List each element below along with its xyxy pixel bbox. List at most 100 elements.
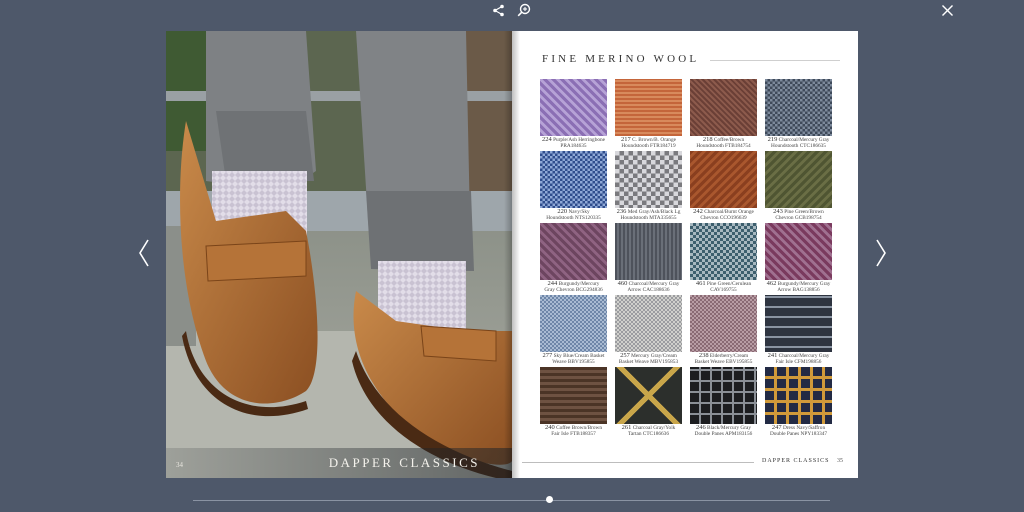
page-slider-handle[interactable] xyxy=(546,496,554,503)
swatch-243: 243 Pine Green/Brown Chevron GCB198754 xyxy=(765,151,832,221)
left-page-number: 34 xyxy=(176,461,183,469)
swatch-caption: 244 Burgundy/Mercury Gray Chevron BCG2948… xyxy=(540,281,607,293)
swatch-code: Houndstooth NTS120335 xyxy=(546,215,601,221)
title-divider xyxy=(710,60,840,61)
swatch-code: Basket Weave MBV195853 xyxy=(618,359,679,365)
fabric-swatch xyxy=(765,223,832,280)
fabric-swatch xyxy=(765,79,832,136)
swatch-code: Chevron GCB198754 xyxy=(775,215,822,221)
swatch-code: Chevron CCO196639 xyxy=(700,215,747,221)
swatch-caption: 277 Sky Blue/Cream Basket Weave BBV195855 xyxy=(540,353,607,365)
swatch-217: 217 C. Brown/B. Orange Houndstooth FTR184… xyxy=(615,79,682,149)
fabric-swatch xyxy=(765,367,832,424)
swatch-236: 236 Med Gray/Ash/Black Lg Houndstooth MTA… xyxy=(615,151,682,221)
fabric-swatch xyxy=(540,79,607,136)
swatch-caption: 241 Charcoal/Mercury Gray Fair Isle CFM19… xyxy=(765,353,832,365)
fabric-swatch xyxy=(765,295,832,352)
page-title: FINE MERINO WOOL xyxy=(542,53,700,65)
swatch-code: Houndstooth MTA335655 xyxy=(620,215,677,221)
swatch-number: 224 xyxy=(541,137,552,143)
share-icon[interactable] xyxy=(492,4,505,17)
swatch-code: Double Panes NPY183347 xyxy=(769,431,828,437)
footer-divider xyxy=(522,462,754,463)
swatch-242: 242 Charcoal/Burnt Orange Chevron CCO1966… xyxy=(690,151,757,221)
swatch-241: 241 Charcoal/Mercury Gray Fair Isle CFM19… xyxy=(765,295,832,365)
swatch-caption: 462 Burgundy/Mercury Gray Arrow BAG138856 xyxy=(765,281,832,293)
swatch-number: 462 xyxy=(766,281,777,287)
left-page-footer: 34 DAPPER CLASSICS xyxy=(166,448,512,478)
swatch-number: 460 xyxy=(617,281,628,287)
swatch-460: 460 Charcoal/Mercury Gray Arrow CAC188636 xyxy=(615,223,682,293)
fabric-swatch xyxy=(690,295,757,352)
fabric-swatch xyxy=(690,223,757,280)
swatch-code: Houndstooth FTB184754 xyxy=(696,143,751,149)
right-page-brand: DAPPER CLASSICS xyxy=(762,458,830,464)
swatch-code: Tartan CTC186636 xyxy=(628,431,669,437)
swatch-224: 224 Purple/Ash Herringbone PRA184635 xyxy=(540,79,607,149)
swatch-caption: 218 Coffee/Brown Houndstooth FTB184754 xyxy=(690,137,757,149)
zoom-in-icon[interactable] xyxy=(517,3,531,17)
swatch-244: 244 Burgundy/Mercury Gray Chevron BCG2948… xyxy=(540,223,607,293)
swatch-code: Weave BBV195855 xyxy=(552,359,595,365)
right-page[interactable]: FINE MERINO WOOL 224 Purple/Ash Herringb… xyxy=(512,31,858,478)
swatch-caption: 220 Navy/Sky Houndstooth NTS120335 xyxy=(540,209,607,221)
loafers-photo xyxy=(166,31,512,478)
fabric-swatch xyxy=(615,295,682,352)
left-page-brand: DAPPER CLASSICS xyxy=(328,455,480,470)
fabric-swatch xyxy=(540,295,607,352)
swatch-code: Fair Isle CFM198856 xyxy=(775,359,822,365)
fabric-swatch xyxy=(690,367,757,424)
swatch-277: 277 Sky Blue/Cream Basket Weave BBV195855 xyxy=(540,295,607,365)
swatch-number: 277 xyxy=(542,353,553,359)
top-toolbar xyxy=(0,0,1024,24)
fabric-swatch xyxy=(765,151,832,208)
swatch-218: 218 Coffee/Brown Houndstooth FTB184754 xyxy=(690,79,757,149)
swatch-code: Basket Weave EBV195855 xyxy=(694,359,753,365)
fabric-swatch xyxy=(615,223,682,280)
swatch-caption: 460 Charcoal/Mercury Gray Arrow CAC188636 xyxy=(615,281,682,293)
right-page-number: 35 xyxy=(837,458,843,464)
swatch-238: 238 Elderberry/Cream Basket Weave EBV1958… xyxy=(690,295,757,365)
swatch-caption: 238 Elderberry/Cream Basket Weave EBV1958… xyxy=(690,353,757,365)
swatch-caption: 224 Purple/Ash Herringbone PRA184635 xyxy=(540,137,607,149)
swatch-caption: 242 Charcoal/Burnt Orange Chevron CCO1966… xyxy=(690,209,757,221)
swatch-257: 257 Mercury Gray/Cream Basket Weave MBV19… xyxy=(615,295,682,365)
chevron-left-icon[interactable] xyxy=(137,238,151,268)
swatch-number: 461 xyxy=(695,281,706,287)
fabric-swatch xyxy=(540,367,607,424)
page-slider-track[interactable] xyxy=(193,500,830,501)
fabric-swatch xyxy=(540,151,607,208)
swatch-caption: 261 Charcoal Gray/Yolk Tartan CTC186636 xyxy=(615,425,682,437)
swatch-caption: 240 Coffee Brown/Brown Fair Isle FTB18835… xyxy=(540,425,607,437)
fabric-swatch xyxy=(615,79,682,136)
fabric-swatch xyxy=(690,79,757,136)
swatch-code: Houndstooth CTC186635 xyxy=(771,143,826,149)
swatch-220: 220 Navy/Sky Houndstooth NTS120335 xyxy=(540,151,607,221)
fabric-swatch xyxy=(615,151,682,208)
swatch-caption: 247 Dress Navy/Saffron Double Panes NPY18… xyxy=(765,425,832,437)
swatch-caption: 217 C. Brown/B. Orange Houndstooth FTR184… xyxy=(615,137,682,149)
close-icon[interactable] xyxy=(941,4,954,17)
swatch-caption: 246 Black/Mercury Gray Double Panes APM18… xyxy=(690,425,757,437)
swatch-461: 461 Pine Green/Cerulean CAV169755 xyxy=(690,223,757,293)
swatch-462: 462 Burgundy/Mercury Gray Arrow BAG138856 xyxy=(765,223,832,293)
swatch-caption: 243 Pine Green/Brown Chevron GCB198754 xyxy=(765,209,832,221)
swatch-240: 240 Coffee Brown/Brown Fair Isle FTB18835… xyxy=(540,367,607,437)
swatch-219: 219 Charcoal/Mercury Gray Houndstooth CTC… xyxy=(765,79,832,149)
swatch-code: Fair Isle FTB188357 xyxy=(551,431,596,437)
chevron-right-icon[interactable] xyxy=(874,238,888,268)
swatch-code: PRA184635 xyxy=(560,143,587,149)
fabric-swatch xyxy=(690,151,757,208)
swatch-code: Houndstooth FTR184719 xyxy=(621,143,676,149)
swatch-261: 261 Charcoal Gray/Yolk Tartan CTC186636 xyxy=(615,367,682,437)
swatch-246: 246 Black/Mercury Gray Double Panes APM18… xyxy=(690,367,757,437)
swatch-caption: 236 Med Gray/Ash/Black Lg Houndstooth MTA… xyxy=(615,209,682,221)
swatch-caption: 461 Pine Green/Cerulean CAV169755 xyxy=(690,281,757,293)
left-page[interactable]: 34 DAPPER CLASSICS xyxy=(166,31,512,478)
swatch-code: Double Panes APM183156 xyxy=(694,431,753,437)
swatch-code: Arrow BAG138856 xyxy=(777,287,820,293)
fabric-swatch xyxy=(540,223,607,280)
swatch-caption: 257 Mercury Gray/Cream Basket Weave MBV19… xyxy=(615,353,682,365)
fabric-swatch xyxy=(615,367,682,424)
swatch-code: Arrow CAC188636 xyxy=(627,287,670,293)
